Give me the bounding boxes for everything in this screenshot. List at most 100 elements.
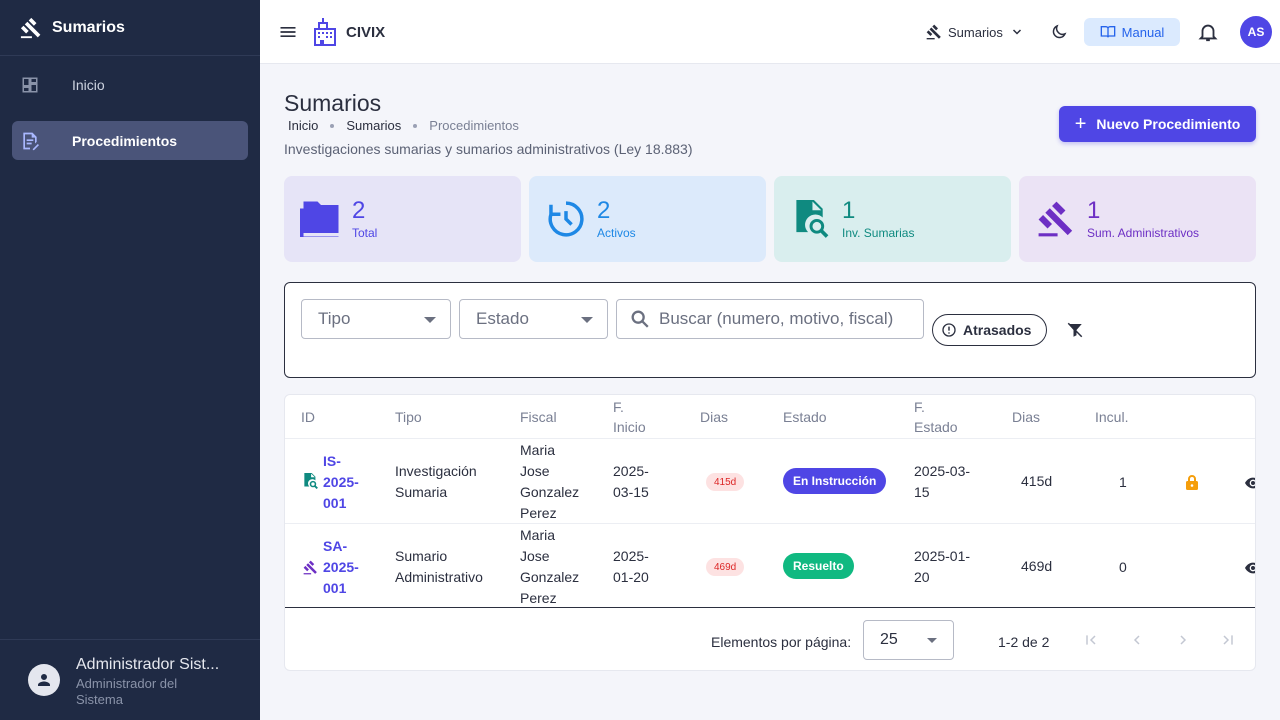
row-f-estado-line: 2025-01- [914,548,971,564]
search-input[interactable]: Buscar (numero, motivo, fiscal) [616,299,924,339]
folder-icon [300,198,342,240]
building-icon [314,18,336,46]
column-header-fiscal[interactable]: Fiscal [520,407,557,427]
breadcrumb-sumarios[interactable]: Sumarios [346,118,401,133]
row-dias-estado: 415d [1021,473,1053,489]
breadcrumb: Inicio Sumarios Procedimientos [288,118,519,133]
document-search-icon [790,198,832,240]
new-procedure-button[interactable]: + Nuevo Procedimiento [1059,106,1256,142]
column-header-inculpados[interactable]: Incul. [1095,407,1128,427]
row-inicio-line: 03-15 [613,484,649,500]
row-id-line: 001 [323,580,347,596]
sidebar-item-inicio[interactable]: Inicio [12,65,248,104]
row-id-line: IS- [323,453,341,469]
status-badge: En Instrucción [783,468,887,494]
estado-select[interactable]: Estado [459,299,608,339]
row-id[interactable]: IS- 2025- 001 [323,451,359,514]
alert-circle-icon [942,323,956,337]
previous-page-icon[interactable] [1127,630,1147,650]
table-row[interactable]: IS- 2025- 001 Investigación Sumaria Mari… [285,438,1255,524]
module-label: Sumarios [948,24,1003,40]
tipo-select-label: Tipo [318,309,351,328]
chevron-down-icon [1012,29,1021,35]
page-size-label: Elementos por página: [711,634,852,650]
days-badge: 469d [706,558,745,576]
row-inculpados: 0 [1119,559,1127,575]
view-icon[interactable] [1245,561,1255,579]
manual-button[interactable]: Manual [1084,18,1180,46]
row-fiscal-line: Perez [520,590,557,606]
sidebar-user[interactable]: Administrador Sist... Administrador del … [0,639,260,720]
column-header-inicio[interactable]: F. Inicio [613,397,653,437]
gavel-icon [303,560,318,580]
first-page-icon[interactable] [1081,630,1101,650]
breadcrumb-inicio[interactable]: Inicio [288,118,318,133]
column-header-dias-estado[interactable]: Dias [1012,407,1040,427]
last-page-icon[interactable] [1218,630,1238,650]
row-fiscal: Maria Jose Gonzalez Perez [520,440,579,524]
row-f-estado-line: 2025-03- [914,463,971,479]
dark-mode-icon[interactable] [1050,23,1068,46]
row-tipo: Investigación Sumaria [395,461,477,503]
sidebar-item-procedimientos[interactable]: Procedimientos [12,121,248,160]
clear-filters-icon[interactable] [1066,321,1084,344]
gavel-icon [20,17,41,38]
row-f-estado-line: 15 [914,484,930,500]
row-f-estado: 2025-01- 20 [914,546,970,588]
dropdown-arrow-icon [927,638,937,643]
pagination: Elementos por página: 25 1-2 de 2 [285,608,1255,670]
brand-logo[interactable]: CIVIX [312,18,385,46]
row-tipo: Sumario Administrativo [395,546,483,588]
row-inicio: 2025- 03-15 [613,461,649,503]
column-header-dias[interactable]: Dias [700,407,728,427]
gavel-icon [1035,198,1077,240]
stat-label: Inv. Sumarias [842,226,915,240]
column-header-f-estado[interactable]: F. Estado [914,397,964,437]
row-fiscal-line: Gonzalez [520,484,580,500]
row-fiscal-line: Maria [520,527,556,543]
page-size-select[interactable]: 25 [863,620,954,660]
breadcrumb-separator [413,123,418,128]
status-badge: Resuelto [783,553,854,579]
breadcrumb-separator [330,123,335,128]
user-avatar[interactable]: AS [1240,16,1272,48]
dashboard-icon [20,75,40,95]
page-subtitle: Investigaciones sumarias y sumarios admi… [284,141,693,157]
lock-icon [1185,474,1199,495]
sidebar-item-label: Procedimientos [72,132,178,149]
view-icon[interactable] [1245,476,1255,494]
atrasados-filter-chip[interactable]: Atrasados [932,314,1047,346]
stat-card-total: 2 Total [284,176,521,262]
row-f-estado: 2025-03- 15 [914,461,970,503]
row-tipo-line: Administrativo [395,569,483,585]
dropdown-arrow-icon [424,317,436,323]
plus-icon: + [1074,112,1087,135]
search-icon [631,310,649,328]
sidebar-title: Sumarios [52,18,125,36]
new-procedure-label: Nuevo Procedimiento [1096,116,1241,132]
filters-panel: Tipo Estado Buscar (numero, motivo, fisc… [284,282,1256,378]
tipo-select[interactable]: Tipo [301,299,451,339]
stat-label: Activos [597,226,636,240]
document-edit-icon [20,131,40,151]
days-badge: 415d [706,473,745,491]
module-selector[interactable]: Sumarios [926,24,1029,40]
stat-value: 1 [1087,197,1101,224]
stat-value: 2 [597,197,611,224]
topbar: CIVIX Sumarios Manual AS [260,0,1280,64]
sidebar-item-label: Inicio [72,76,105,93]
column-header-tipo[interactable]: Tipo [395,407,422,427]
sidebar: Sumarios Inicio Procedimientos Administr… [0,0,260,720]
user-name: Administrador Sist... [76,656,220,673]
notifications-icon[interactable] [1197,21,1219,48]
row-fiscal-line: Jose [520,463,550,479]
stat-label: Total [352,226,378,240]
menu-icon[interactable] [278,22,298,47]
column-header-estado[interactable]: Estado [783,407,827,427]
row-id[interactable]: SA- 2025- 001 [323,536,359,599]
next-page-icon[interactable] [1173,630,1193,650]
row-fiscal-line: Maria [520,442,556,458]
column-header-id[interactable]: ID [301,407,315,427]
table-row[interactable]: SA- 2025- 001 Sumario Administrativo Mar… [285,523,1255,608]
sidebar-header: Sumarios [0,0,260,56]
